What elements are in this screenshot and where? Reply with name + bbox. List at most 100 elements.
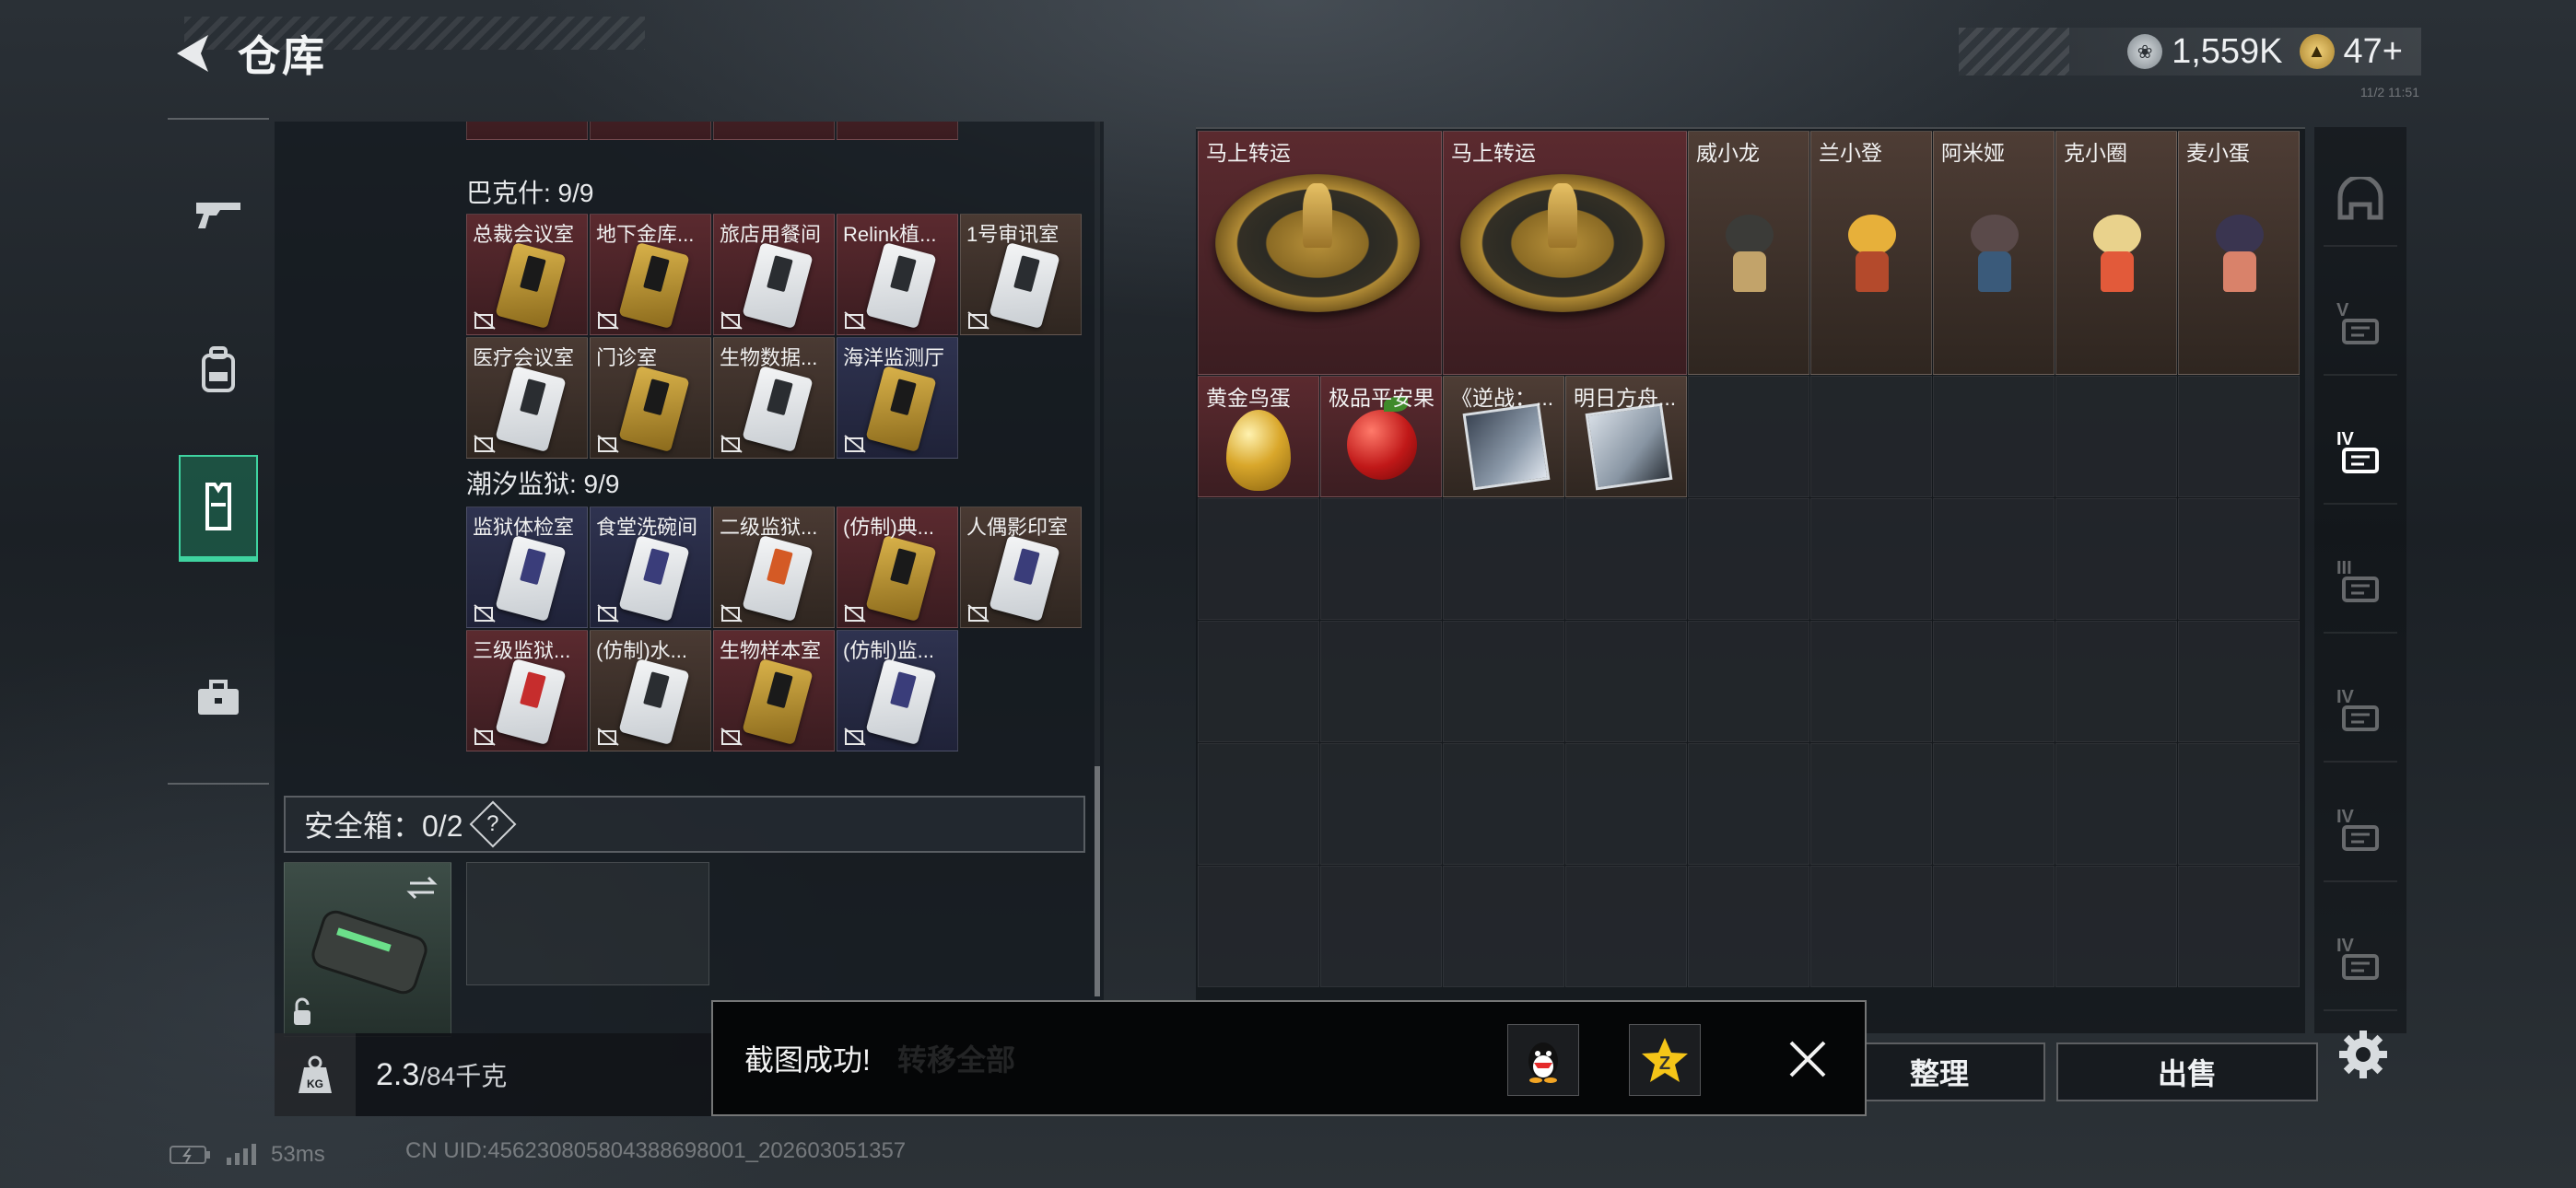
stash-item[interactable]: 《逆战：... — [1443, 376, 1564, 497]
keycard-item[interactable]: (仿制)监... — [837, 630, 958, 751]
grid-cell[interactable] — [2055, 498, 2177, 620]
filter-tab[interactable] — [2324, 155, 2397, 247]
gold-currency[interactable]: ▲ 47+ — [2299, 32, 2403, 72]
grid-cell[interactable] — [1443, 866, 1564, 987]
stash-item[interactable]: 极品平安果 — [1320, 376, 1442, 497]
grid-cell[interactable] — [1198, 498, 1319, 620]
grid-cell[interactable] — [1810, 621, 1932, 742]
keycard-item[interactable]: (仿制)水... — [590, 630, 711, 751]
keycard-item[interactable]: 海洋监测厅 — [837, 337, 958, 459]
stash-item[interactable]: 马上转运 — [1443, 131, 1687, 375]
grid-cell[interactable] — [2178, 498, 2300, 620]
nav-vest[interactable] — [179, 455, 258, 562]
stash-item[interactable]: 兰小登 — [1810, 131, 1932, 375]
sell-button[interactable]: 出售 — [2056, 1042, 2318, 1101]
back-button[interactable] — [166, 26, 221, 81]
grid-cell[interactable] — [1688, 621, 1809, 742]
list-item[interactable] — [466, 122, 588, 140]
grid-cell[interactable] — [2178, 743, 2300, 865]
grid-cell[interactable] — [1810, 498, 1932, 620]
grid-cell[interactable] — [1565, 621, 1687, 742]
grid-cell[interactable] — [1933, 621, 2055, 742]
keycard-item[interactable]: 生物样本室 — [713, 630, 835, 751]
stash-item[interactable]: 明日方舟... — [1565, 376, 1687, 497]
keycard-item[interactable]: 门诊室 — [590, 337, 711, 459]
filter-tab[interactable]: V — [2324, 284, 2397, 376]
grid-cell[interactable] — [1320, 866, 1442, 987]
grid-cell[interactable] — [1443, 621, 1564, 742]
stash-grid-panel[interactable]: 马上转运 马上转运 威小龙 兰小登 阿米娅 克小圈 麦小蛋 黄金鸟蛋 极品平安果 《逆战：... 明… — [1196, 127, 2305, 1033]
grid-cell[interactable] — [2178, 621, 2300, 742]
grid-cell[interactable] — [1688, 743, 1809, 865]
figurine-icon — [2088, 215, 2147, 294]
safe-box-empty-slot[interactable] — [466, 862, 709, 985]
list-item[interactable] — [837, 122, 958, 140]
grid-cell[interactable] — [1565, 498, 1687, 620]
keycard-item[interactable]: 三级监狱... — [466, 630, 588, 751]
nav-case[interactable] — [179, 645, 258, 751]
settings-button[interactable] — [2333, 1024, 2394, 1085]
keycard-item[interactable]: 人偶影印室 — [960, 507, 1082, 628]
grid-cell[interactable] — [1810, 743, 1932, 865]
filter-tab[interactable]: IV — [2324, 670, 2397, 763]
grid-cell[interactable] — [1933, 866, 2055, 987]
help-button[interactable]: ? — [469, 800, 516, 848]
grid-cell[interactable] — [1933, 498, 2055, 620]
grid-cell[interactable] — [1933, 376, 2055, 497]
grid-cell[interactable] — [1810, 376, 1932, 497]
grid-cell[interactable] — [1198, 866, 1319, 987]
keycard-item[interactable]: 总裁会议室 — [466, 214, 588, 335]
grid-cell[interactable] — [1198, 743, 1319, 865]
stash-item[interactable]: 麦小蛋 — [2178, 131, 2300, 375]
keycard-item[interactable]: 旅店用餐间 — [713, 214, 835, 335]
keycard-item[interactable]: 生物数据... — [713, 337, 835, 459]
grid-cell[interactable] — [1810, 866, 1932, 987]
list-item[interactable] — [590, 122, 711, 140]
share-qzone-button[interactable]: Z — [1629, 1024, 1701, 1096]
close-button[interactable] — [1778, 1030, 1837, 1089]
keycard-item[interactable]: (仿制)典... — [837, 507, 958, 628]
nav-weapons[interactable] — [179, 160, 258, 267]
filter-tab[interactable]: III — [2324, 542, 2397, 634]
grid-cell[interactable] — [2055, 376, 2177, 497]
grid-cell[interactable] — [1565, 866, 1687, 987]
grid-cell[interactable] — [2055, 743, 2177, 865]
stash-item[interactable]: 阿米娅 — [1933, 131, 2055, 375]
grid-cell[interactable] — [1320, 621, 1442, 742]
stash-item[interactable]: 威小龙 — [1688, 131, 1809, 375]
stash-item[interactable]: 克小圈 — [2055, 131, 2177, 375]
keycard-item[interactable]: 医疗会议室 — [466, 337, 588, 459]
grid-cell[interactable] — [1443, 743, 1564, 865]
grid-cell[interactable] — [1320, 498, 1442, 620]
grid-cell[interactable] — [1320, 743, 1442, 865]
list-item[interactable] — [713, 122, 835, 140]
grid-cell[interactable] — [1688, 376, 1809, 497]
grid-cell[interactable] — [2178, 866, 2300, 987]
grid-cell[interactable] — [1565, 743, 1687, 865]
grid-cell[interactable] — [2178, 376, 2300, 497]
share-qq-button[interactable] — [1507, 1024, 1579, 1096]
silver-currency[interactable]: ❀ 1,559K — [2127, 32, 2283, 72]
keycard-item[interactable]: 监狱体检室 — [466, 507, 588, 628]
keycard-item[interactable]: Relink植... — [837, 214, 958, 335]
grid-cell[interactable] — [2055, 621, 2177, 742]
nav-backpack[interactable] — [179, 317, 258, 424]
filter-tab[interactable]: IV — [2324, 790, 2397, 882]
grid-cell[interactable] — [1933, 743, 2055, 865]
grid-cell[interactable] — [1198, 621, 1319, 742]
stash-item[interactable]: 马上转运 — [1198, 131, 1442, 375]
keycard-item[interactable]: 食堂洗碗间 — [590, 507, 711, 628]
filter-tab[interactable]: IV — [2324, 413, 2397, 505]
grid-cell[interactable] — [2055, 866, 2177, 987]
grid-cell[interactable] — [1443, 498, 1564, 620]
filter-tab[interactable]: IV — [2324, 919, 2397, 1011]
keycard-item[interactable]: 二级监狱... — [713, 507, 835, 628]
keycard-item[interactable]: 1号审讯室 — [960, 214, 1082, 335]
grid-cell[interactable] — [1688, 498, 1809, 620]
keycard-list[interactable]: 巴克什: 9/9 总裁会议室 地下金库... 旅店用餐间 Relink植... 1号审讯… — [275, 122, 1095, 794]
scrollbar-thumb[interactable] — [1095, 766, 1100, 996]
stash-item[interactable]: 黄金鸟蛋 — [1198, 376, 1319, 497]
keycard-item[interactable]: 地下金库... — [590, 214, 711, 335]
safe-box-item[interactable] — [284, 862, 451, 1037]
grid-cell[interactable] — [1688, 866, 1809, 987]
